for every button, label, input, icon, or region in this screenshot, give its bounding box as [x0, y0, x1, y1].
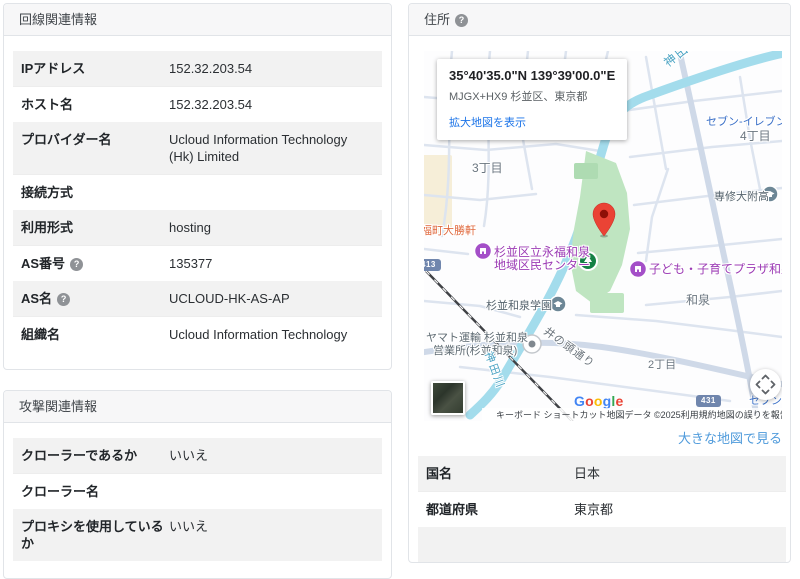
attack-info-panel-title: 攻撃関連情報: [4, 391, 391, 423]
row-value: UCLOUD-HK-AS-AP: [169, 290, 374, 307]
map-label-area: 和泉: [686, 291, 710, 308]
map-label-area: 4丁目: [740, 127, 771, 144]
map-label-community-center: 地域区民センター: [494, 259, 590, 272]
row-label: プロバイダー名: [21, 131, 169, 165]
pan-control[interactable]: [750, 369, 781, 400]
row-value: 152.32.203.54: [169, 96, 374, 113]
table-row: 国名 日本: [418, 456, 786, 491]
help-icon[interactable]: ?: [455, 14, 468, 27]
row-value: 135377: [169, 255, 374, 272]
row-label: クローラーであるか: [21, 447, 169, 464]
route-badge-431: 431: [696, 395, 721, 407]
page: 回線関連情報 IPアドレス 152.32.203.54 ホスト名 152.32.…: [0, 0, 800, 579]
table-row: AS番号? 135377: [13, 245, 382, 281]
row-value: Ucloud Information Technology (Hk) Limit…: [169, 131, 374, 165]
row-label: AS番号?: [21, 255, 169, 272]
map-info-card: 35°40'35.0"N 139°39'00.0"E MJGX+HX9 杉並区、…: [437, 59, 627, 140]
table-row: プロキシを使用しているか いいえ: [13, 509, 382, 561]
row-value: [169, 483, 374, 500]
pan-arrows-icon: [750, 369, 781, 400]
table-row: クローラー名: [13, 473, 382, 509]
row-value: 東京都: [574, 501, 778, 518]
address-panel-title: 住所?: [409, 4, 790, 36]
map-label-school: 専修大附高: [714, 188, 769, 204]
table-row: 都道府県 東京都: [418, 491, 786, 527]
table-row: 接続方式: [13, 174, 382, 210]
row-value: [169, 184, 374, 201]
attack-info-panel: 攻撃関連情報 クローラーであるか いいえ クローラー名 プロキシを使用しているか…: [3, 390, 392, 579]
address-panel-body: 神田川 セブン-イレブン 4丁目 3丁目 専修大附高 永福町大勝軒 杉並区立永福…: [409, 36, 790, 562]
address-panel: 住所?: [408, 3, 791, 563]
coordinates-title: 35°40'35.0"N 139°39'00.0"E: [449, 68, 615, 83]
plus-code-subtitle: MJGX+HX9 杉並区、東京都: [449, 88, 615, 104]
table-row: 組織名 Ucloud Information Technology: [13, 316, 382, 352]
map-label-yamato: 営業所(杉並和泉): [433, 342, 517, 358]
row-value: 日本: [574, 465, 778, 482]
map-label-area: 2丁目: [648, 356, 676, 372]
enlarge-map-link[interactable]: 拡大地図を表示: [449, 114, 615, 130]
row-label: クローラー名: [21, 483, 169, 500]
help-icon[interactable]: ?: [70, 258, 83, 271]
row-label: プロキシを使用しているか: [21, 518, 169, 552]
line-info-panel: 回線関連情報 IPアドレス 152.32.203.54 ホスト名 152.32.…: [3, 3, 392, 370]
row-label: 接続方式: [21, 184, 169, 201]
line-info-panel-title: 回線関連情報: [4, 4, 391, 36]
map-footer: キーボード ショートカット 地図データ ©2025 利用規約 地図の誤りを報告す…: [482, 408, 782, 421]
row-value: いいえ: [169, 518, 374, 552]
table-row: 利用形式 hosting: [13, 210, 382, 245]
line-info-table: IPアドレス 152.32.203.54 ホスト名 152.32.203.54 …: [4, 36, 391, 369]
kodomo-plaza-icon[interactable]: [630, 261, 647, 278]
row-label: 都道府県: [426, 501, 574, 518]
map-label-school: 杉並和泉学園: [486, 297, 552, 313]
report-error-link[interactable]: 地図の誤りを報告する: [717, 408, 782, 421]
table-row: ホスト名 152.32.203.54: [13, 86, 382, 122]
help-icon[interactable]: ?: [57, 293, 70, 306]
satellite-view-toggle[interactable]: [431, 381, 465, 415]
row-label: 利用形式: [21, 219, 169, 236]
row-label: 国名: [426, 465, 574, 482]
route-badge-413: 413: [424, 259, 441, 271]
map-label-kodomo-plaza: 子ども・子育てプラザ和泉: [649, 263, 782, 276]
community-center-icon[interactable]: [475, 243, 492, 260]
row-value: いいえ: [169, 447, 374, 464]
row-value: Ucloud Information Technology: [169, 326, 374, 343]
map-label-area: 3丁目: [472, 159, 503, 176]
row-value: hosting: [169, 219, 374, 236]
view-larger-map-link[interactable]: 大きな地図で見る: [424, 428, 782, 447]
attack-info-table: クローラーであるか いいえ クローラー名 プロキシを使用しているか いいえ: [4, 423, 391, 578]
school-icon[interactable]: [550, 296, 566, 312]
google-map[interactable]: 神田川 セブン-イレブン 4丁目 3丁目 専修大附高 永福町大勝軒 杉並区立永福…: [424, 51, 782, 421]
table-row: [418, 527, 786, 562]
table-row: プロバイダー名 Ucloud Information Technology (H…: [13, 122, 382, 174]
row-label: AS名?: [21, 290, 169, 307]
google-logo[interactable]: Google: [574, 393, 623, 409]
row-label: IPアドレス: [21, 60, 169, 77]
table-row: クローラーであるか いいえ: [13, 438, 382, 473]
map-label-restaurant: 永福町大勝軒: [424, 222, 476, 238]
table-row: IPアドレス 152.32.203.54: [13, 51, 382, 86]
row-label: ホスト名: [21, 96, 169, 113]
right-column: 住所?: [408, 3, 791, 579]
address-table: 国名 日本 都道府県 東京都: [418, 456, 786, 562]
map-data-attribution: 地図データ ©2025: [607, 408, 681, 421]
row-value: 152.32.203.54: [169, 60, 374, 77]
row-label: 組織名: [21, 326, 169, 343]
table-row: AS名? UCLOUD-HK-AS-AP: [13, 281, 382, 316]
terms-link[interactable]: 利用規約: [681, 408, 717, 421]
left-column: 回線関連情報 IPアドレス 152.32.203.54 ホスト名 152.32.…: [3, 3, 392, 579]
keyboard-shortcuts-button[interactable]: キーボード ショートカット: [496, 408, 607, 421]
